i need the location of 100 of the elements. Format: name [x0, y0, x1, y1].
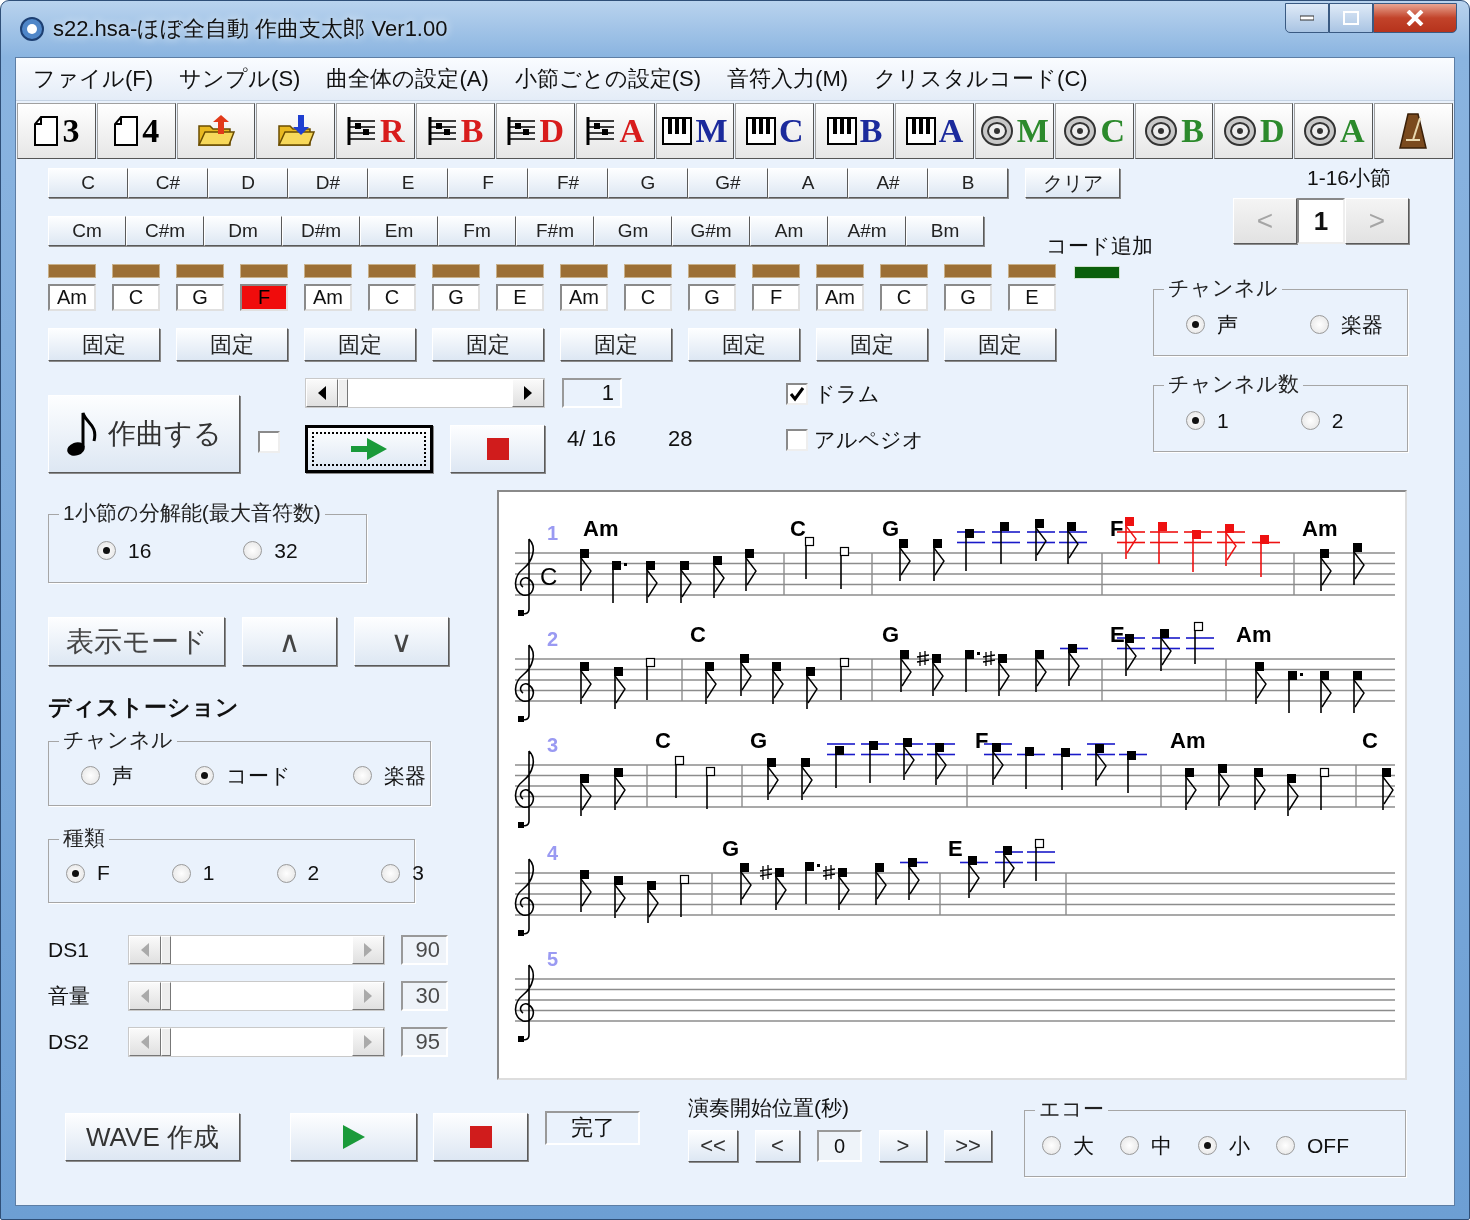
display-mode-button[interactable]: 表示モード	[48, 617, 225, 666]
chord-button[interactable]: A#m	[828, 216, 906, 246]
chord-button[interactable]: Am	[750, 216, 828, 246]
chord-button[interactable]: F#m	[516, 216, 594, 246]
chord-slot[interactable]: Am	[560, 284, 608, 311]
chord-button[interactable]: A	[768, 168, 848, 198]
chord-slot[interactable]: F	[240, 284, 288, 311]
chord-button[interactable]: Dm	[204, 216, 282, 246]
chord-slot[interactable]: G	[432, 284, 480, 311]
chord-slot[interactable]: G	[176, 284, 224, 311]
chord-slot[interactable]: Am	[816, 284, 864, 311]
toolbar-button[interactable]: D	[495, 103, 575, 159]
fix-button[interactable]: 固定	[176, 328, 288, 361]
chord-button[interactable]: Cm	[48, 216, 126, 246]
chord-button[interactable]: D	[208, 168, 288, 198]
wave-button[interactable]: WAVE 作成	[65, 1113, 240, 1161]
stop-button[interactable]	[433, 1113, 528, 1161]
chord-button[interactable]: D#	[288, 168, 368, 198]
radio-button[interactable]: 楽器	[1310, 310, 1383, 339]
chord-button[interactable]: B	[928, 168, 1008, 198]
radio-button[interactable]: コード	[195, 761, 291, 790]
radio-button[interactable]: 3	[381, 861, 424, 885]
menu-item[interactable]: 音符入力(M)	[714, 64, 862, 94]
chord-button[interactable]: C	[48, 168, 128, 198]
radio-button[interactable]: 大	[1042, 1131, 1094, 1160]
chord-button[interactable]: Fm	[438, 216, 516, 246]
toolbar-button[interactable]: A	[575, 103, 655, 159]
play-button[interactable]	[305, 425, 433, 473]
clear-button[interactable]: クリア	[1025, 168, 1120, 198]
radio-button[interactable]: 1	[171, 861, 215, 885]
fix-button[interactable]: 固定	[432, 328, 544, 361]
radio-button[interactable]: 声	[81, 761, 133, 790]
chord-slot[interactable]: G	[688, 284, 736, 311]
seek-button[interactable]: >>	[944, 1130, 992, 1162]
chord-button[interactable]: Gm	[594, 216, 672, 246]
chord-slot[interactable]: C	[880, 284, 928, 311]
radio-button[interactable]: 2	[1300, 408, 1344, 433]
compose-button[interactable]: 作曲する	[48, 395, 240, 473]
chord-button[interactable]: A#	[848, 168, 928, 198]
chord-button[interactable]: D#m	[282, 216, 360, 246]
seek-button[interactable]: <	[755, 1130, 800, 1162]
radio-button[interactable]: 16	[97, 538, 152, 563]
fix-button[interactable]: 固定	[816, 328, 928, 361]
menu-item[interactable]: 曲全体の設定(A)	[313, 64, 502, 94]
chord-button[interactable]: G	[608, 168, 688, 198]
up-button[interactable]: ∧	[242, 617, 337, 666]
chord-button[interactable]: Em	[360, 216, 438, 246]
toolbar-button[interactable]: C	[1054, 103, 1134, 159]
chord-slot[interactable]: E	[496, 284, 544, 311]
chord-slot[interactable]: C	[112, 284, 160, 311]
toolbar-button[interactable]: 3	[17, 103, 96, 159]
chord-slot[interactable]: E	[1008, 284, 1056, 311]
menu-item[interactable]: サンプル(S)	[166, 64, 314, 94]
chord-slot[interactable]: C	[624, 284, 672, 311]
chord-button[interactable]: E	[368, 168, 448, 198]
toolbar-button[interactable]: 4	[96, 103, 176, 159]
toolbar-button[interactable]: M	[655, 103, 735, 159]
chord-button[interactable]: C#m	[126, 216, 204, 246]
fix-button[interactable]: 固定	[560, 328, 672, 361]
radio-button[interactable]: 2	[276, 861, 320, 885]
fix-button[interactable]: 固定	[688, 328, 800, 361]
stop-button[interactable]	[450, 425, 545, 473]
seek-button[interactable]: <<	[688, 1130, 738, 1162]
close-button[interactable]	[1373, 3, 1457, 33]
toolbar-button[interactable]: B	[815, 103, 895, 159]
toolbar-button[interactable]: C	[735, 103, 815, 159]
fix-button[interactable]: 固定	[48, 328, 160, 361]
toolbar-button[interactable]	[176, 103, 256, 159]
menu-item[interactable]: ファイル(F)	[20, 64, 167, 94]
chord-button[interactable]: F	[448, 168, 528, 198]
chord-slot[interactable]: C	[368, 284, 416, 311]
chord-button[interactable]: Bm	[906, 216, 984, 246]
radio-button[interactable]: 楽器	[353, 761, 426, 790]
toolbar-button[interactable]: A	[1294, 103, 1374, 159]
toolbar-button[interactable]: D	[1214, 103, 1294, 159]
chord-button[interactable]: F#	[528, 168, 608, 198]
radio-button[interactable]: OFF	[1276, 1133, 1349, 1158]
toolbar-button[interactable]	[1374, 103, 1453, 159]
chord-slot[interactable]: F	[752, 284, 800, 311]
menu-item[interactable]: クリスタルコード(C)	[861, 64, 1101, 94]
checkbox[interactable]: ドラム	[786, 380, 924, 408]
toolbar-button[interactable]: R	[336, 103, 416, 159]
chord-button[interactable]: G#m	[672, 216, 750, 246]
scroll-right-button[interactable]	[512, 379, 544, 407]
maximize-button[interactable]	[1329, 3, 1373, 33]
menu-item[interactable]: 小節ごとの設定(S)	[501, 64, 715, 94]
checkbox[interactable]: アルペジオ	[786, 426, 924, 454]
chord-slot[interactable]: G	[944, 284, 992, 311]
chord-slot[interactable]: Am	[304, 284, 352, 311]
fix-button[interactable]: 固定	[304, 328, 416, 361]
seek-button[interactable]: >	[879, 1130, 927, 1162]
chord-slot[interactable]: Am	[48, 284, 96, 311]
scroll-left-button[interactable]	[306, 379, 338, 407]
radio-button[interactable]: 声	[1186, 310, 1238, 339]
radio-button[interactable]: F	[66, 861, 110, 885]
checkbox[interactable]	[258, 431, 280, 453]
toolbar-button[interactable]: A	[895, 103, 974, 159]
radio-button[interactable]: 中	[1120, 1131, 1172, 1160]
chord-button[interactable]: C#	[128, 168, 208, 198]
chord-button[interactable]: G#	[688, 168, 768, 198]
